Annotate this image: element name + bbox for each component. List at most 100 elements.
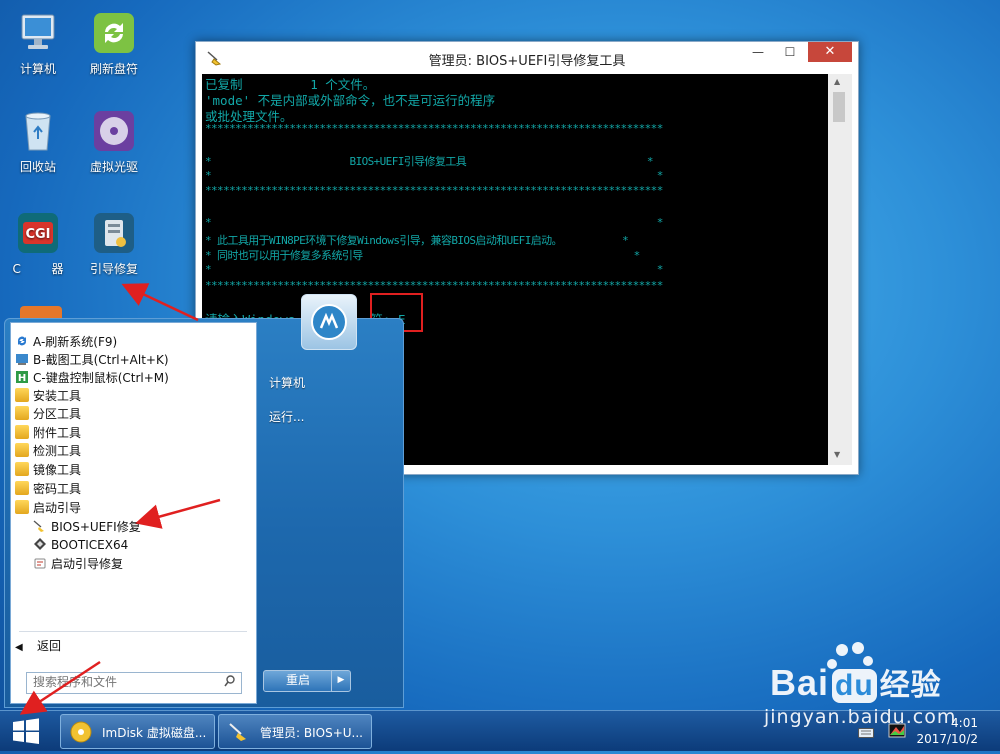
restart-button[interactable]: 重启 — [263, 670, 333, 692]
scroll-up-arrow[interactable]: ▲ — [834, 77, 840, 86]
start-menu-computer-link[interactable]: 计算机 — [269, 374, 305, 391]
menu-item-label: 密码工具 — [33, 482, 82, 496]
console-line: * * — [205, 216, 663, 229]
back-button[interactable]: ◀ 返回 — [15, 637, 61, 655]
menu-item-label: BOOTICEX64 — [51, 538, 129, 552]
menu-item-label: A-刷新系统(F9) — [33, 335, 118, 349]
imdisk-icon — [69, 720, 93, 747]
start-button[interactable] — [0, 711, 52, 751]
cgi-icon: CGI — [15, 210, 61, 256]
desktop-icon-label: 引导修复 — [89, 262, 138, 276]
console-scrollbar[interactable]: ▲ ▼ — [828, 74, 852, 465]
watermark-brand: Bai — [770, 662, 830, 703]
menu-subitem-boot-repair[interactable]: 启动引导修复 — [33, 555, 123, 573]
menu-item-accessory-tools[interactable]: 附件工具 — [15, 424, 81, 442]
avatar-logo-icon — [311, 304, 347, 340]
desktop-icon-computer[interactable]: 计算机 — [3, 10, 73, 77]
desktop-icon-label: 虚拟光驱 — [89, 160, 138, 174]
search-icon[interactable] — [224, 674, 236, 691]
menu-item-refresh-system[interactable]: A-刷新系统(F9) — [15, 333, 117, 351]
windows-logo-icon — [13, 718, 39, 744]
menu-item-label: 安装工具 — [33, 389, 82, 403]
minimize-button[interactable]: — — [746, 44, 770, 60]
console-line: * * — [205, 169, 663, 182]
console-line: * 此工具用于WIN8PE环境下修复Windows引导，兼容BIOS启动和UEF… — [205, 234, 629, 247]
console-line: ****************************************… — [205, 122, 663, 135]
menu-item-partition-tools[interactable]: 分区工具 — [15, 405, 81, 423]
clock-date: 2017/10/2 — [916, 732, 978, 746]
taskbar-imdisk-button[interactable]: ImDisk 虚拟磁盘... — [60, 714, 215, 749]
svg-text:H: H — [18, 373, 26, 384]
console-line: ****************************************… — [205, 184, 663, 197]
recycle-bin-icon — [15, 108, 61, 154]
menu-item-image-tools[interactable]: 镜像工具 — [15, 461, 81, 479]
menu-item-detection-tools[interactable]: 检测工具 — [15, 442, 81, 460]
keyboard-icon[interactable] — [858, 727, 874, 741]
menu-item-label: 启动引导 — [33, 501, 82, 515]
folder-icon — [15, 500, 29, 514]
folder-icon — [15, 462, 29, 476]
taskbar-button-label: ImDisk 虚拟磁盘... — [102, 726, 207, 740]
desktop-icon-label: 回收站 — [19, 160, 56, 174]
menu-item-password-tools[interactable]: 密码工具 — [15, 480, 81, 498]
desktop-icon-refresh[interactable]: 刷新盘符 — [79, 10, 149, 77]
menu-item-label: 分区工具 — [33, 407, 82, 421]
folder-icon — [15, 481, 29, 495]
menu-item-label: 镜像工具 — [33, 463, 82, 477]
menu-item-boot-folder[interactable]: 启动引导 — [15, 499, 81, 517]
menu-divider — [19, 631, 247, 632]
start-menu-program-list[interactable]: A-刷新系统(F9) B-截图工具(Ctrl+Alt+K) H C-键盘控制鼠标(… — [10, 322, 257, 704]
user-avatar[interactable] — [301, 294, 357, 350]
menu-subitem-bios-uefi-repair[interactable]: BIOS+UEFI修复 — [33, 518, 141, 536]
start-menu-run-link[interactable]: 运行... — [269, 408, 304, 425]
menu-item-install-tools[interactable]: 安装工具 — [15, 387, 81, 405]
bootice-icon — [33, 537, 47, 551]
watermark-brand-du: du — [832, 669, 877, 703]
console-line: ****************************************… — [205, 279, 663, 292]
desktop-icon-recycle-bin[interactable]: 回收站 — [3, 108, 73, 175]
desktop-icon-label: 刷新盘符 — [89, 62, 138, 76]
desktop-icon-boot-repair[interactable]: 引导修复 — [79, 210, 149, 277]
arrow-to-boot-repair-icon — [121, 283, 199, 322]
refresh-icon — [15, 334, 29, 348]
menu-subitem-booticex64[interactable]: BOOTICEX64 — [33, 536, 128, 554]
folder-icon — [15, 406, 29, 420]
restart-options-button[interactable]: ▶ — [331, 670, 351, 692]
screenshot-icon — [15, 352, 29, 366]
desktop-icon-label: 计算机 — [19, 62, 56, 76]
svg-text:CGI: CGI — [25, 227, 50, 242]
console-titlebar[interactable]: 管理员: BIOS+UEFI引导修复工具 — ☐ ✕ — [196, 42, 858, 74]
menu-item-label: C-键盘控制鼠标(Ctrl+M) — [33, 371, 169, 385]
broom-icon — [33, 519, 47, 533]
refresh-icon — [91, 10, 137, 56]
menu-item-label: 检测工具 — [33, 444, 82, 458]
repair-icon — [33, 556, 47, 570]
computer-icon — [15, 10, 61, 56]
desktop-icon-cgi[interactable]: CGI C 器 — [3, 210, 73, 277]
scroll-down-arrow[interactable]: ▼ — [834, 450, 840, 459]
search-input[interactable] — [27, 673, 213, 691]
boot-repair-icon — [91, 210, 137, 256]
desktop-icon-label: C 器 — [12, 262, 64, 276]
scroll-thumb[interactable] — [833, 92, 845, 122]
folder-icon — [15, 443, 29, 457]
menu-item-keyboard-mouse[interactable]: H C-键盘控制鼠标(Ctrl+M) — [15, 369, 169, 387]
start-menu[interactable]: A-刷新系统(F9) B-截图工具(Ctrl+Alt+K) H C-键盘控制鼠标(… — [4, 294, 404, 708]
maximize-button[interactable]: ☐ — [778, 44, 802, 60]
desktop-icon-virtual-drive[interactable]: 虚拟光驱 — [79, 108, 149, 175]
back-arrow-icon: ◀ — [15, 642, 23, 653]
console-line: * * — [205, 263, 663, 276]
back-label: 返回 — [37, 639, 62, 653]
search-box[interactable] — [26, 672, 242, 694]
watermark-cn: 经验 — [879, 669, 942, 702]
broom-icon — [227, 721, 251, 746]
console-line: * 同时也可以用于修复多系统引导 * — [205, 249, 640, 262]
menu-item-screenshot-tool[interactable]: B-截图工具(Ctrl+Alt+K) — [15, 351, 169, 369]
folder-icon — [15, 388, 29, 402]
virtual-drive-icon — [91, 108, 137, 154]
keyboard-mouse-icon: H — [15, 370, 29, 384]
close-button[interactable]: ✕ — [808, 42, 852, 62]
folder-icon — [15, 425, 29, 439]
console-line: * BIOS+UEFI引导修复工具 * — [205, 155, 653, 168]
taskbar-console-button[interactable]: 管理员: BIOS+U... — [218, 714, 372, 749]
